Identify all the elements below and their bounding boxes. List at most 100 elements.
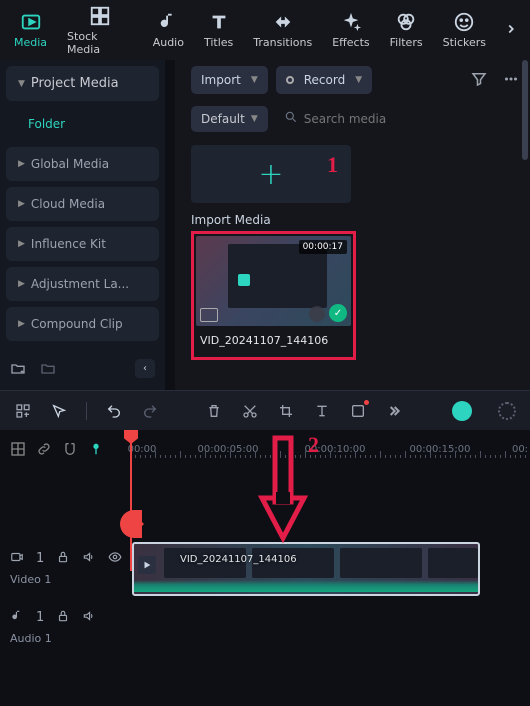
audio-icon — [157, 11, 179, 33]
filter-icon[interactable] — [470, 70, 488, 91]
search-input[interactable] — [304, 112, 512, 126]
media-thumbnail: 00:00:17 ✓ — [196, 236, 351, 326]
tab-filters[interactable]: Filters — [380, 5, 433, 55]
track-video-1: 1 Video 1 VID_20241107_144106 — [0, 538, 530, 598]
check-icon: ✓ — [329, 304, 347, 322]
sidebar-item-compound-clip[interactable]: ▶Compound Clip — [6, 307, 159, 341]
timeline-ruler[interactable]: 00:00 00:00:05:00 00:00:10:00 00:00:15:0… — [130, 430, 530, 470]
tick-label: 00:00:15:00 — [409, 444, 470, 455]
import-label: Import — [201, 73, 241, 87]
tab-label: Media — [14, 36, 47, 49]
tab-effects[interactable]: Effects — [322, 5, 379, 55]
tick-label: 00: — [512, 444, 528, 455]
collapse-sidebar-button[interactable]: ‹ — [135, 359, 155, 378]
sidebar-item-influence-kit[interactable]: ▶ Influence Kit — [6, 227, 159, 261]
ai-badge-icon[interactable] — [452, 401, 472, 421]
chevron-right-icon: ▶ — [18, 159, 25, 169]
sidebar-footer: ‹ — [6, 353, 159, 384]
top-tab-bar: Media Stock Media Audio Titles Transitio… — [0, 0, 530, 60]
tab-titles[interactable]: Titles — [194, 5, 243, 55]
stickers-icon — [453, 11, 475, 33]
lock-icon[interactable] — [56, 609, 70, 626]
sidebar-header-label: Project Media — [31, 76, 119, 91]
snap-icon[interactable] — [62, 441, 78, 460]
redo-icon[interactable] — [141, 402, 159, 420]
tab-audio[interactable]: Audio — [143, 5, 194, 55]
filters-icon — [395, 11, 417, 33]
layout-icon[interactable] — [10, 441, 26, 460]
tab-stickers[interactable]: Stickers — [433, 5, 496, 55]
import-media-tile[interactable]: + — [191, 145, 351, 203]
track-count: 1 — [36, 610, 44, 625]
folder-icon[interactable] — [40, 361, 56, 377]
tab-transitions[interactable]: Transitions — [243, 5, 322, 55]
sidebar-project-media[interactable]: ▼ Project Media — [6, 66, 159, 101]
search-box[interactable] — [276, 104, 520, 133]
record-label: Record — [304, 73, 345, 87]
tab-label: Titles — [204, 36, 233, 49]
cursor-icon[interactable] — [50, 402, 68, 420]
visibility-icon[interactable] — [108, 550, 122, 567]
timeline-ruler-row: 00:00 00:00:05:00 00:00:10:00 00:00:15:0… — [0, 430, 530, 470]
new-folder-icon[interactable] — [10, 361, 26, 377]
video-clip[interactable]: VID_20241107_144106 — [132, 542, 480, 596]
tabs-scroll-right[interactable] — [496, 14, 526, 47]
play-icon — [138, 556, 156, 574]
stock-media-icon — [89, 5, 111, 27]
undo-icon[interactable] — [105, 402, 123, 420]
keyframe-icon[interactable] — [349, 402, 367, 420]
chevron-down-icon: ▼ — [251, 114, 258, 124]
chevron-down-icon: ▼ — [251, 75, 258, 85]
mute-icon[interactable] — [82, 609, 96, 626]
sidebar-item-global-media[interactable]: ▶Global Media — [6, 147, 159, 181]
sidebar-item-adjustment-layer[interactable]: ▶Adjustment La... — [6, 267, 159, 301]
media-item-name: VID_20241107_144106 — [196, 326, 351, 355]
effects-icon — [340, 11, 362, 33]
timeline-toolbar — [0, 390, 530, 430]
scissors-icon[interactable] — [241, 402, 259, 420]
sidebar: ▼ Project Media Folder ▶Global Media ▶ Cl… — [0, 60, 165, 390]
media-content: Import ▼ Record ▼ Default ▼ — [175, 60, 530, 390]
chevron-down-icon: ▼ — [355, 75, 362, 85]
mute-icon[interactable] — [82, 550, 96, 567]
chevron-right-icon: ▶ — [18, 239, 25, 249]
marker-icon[interactable] — [88, 441, 104, 460]
more-icon[interactable] — [502, 70, 520, 91]
crop-icon[interactable] — [277, 402, 295, 420]
text-icon[interactable] — [313, 402, 331, 420]
default-label: Default — [201, 112, 245, 126]
track-label: Video 1 — [10, 573, 130, 586]
tab-label: Filters — [390, 36, 423, 49]
sidebar-item-label: Influence Kit — [31, 237, 106, 251]
tick-label: 00:00:05:00 — [197, 444, 258, 455]
render-preview-icon[interactable] — [498, 402, 516, 420]
video-track-icon — [10, 550, 24, 567]
delete-icon[interactable] — [205, 402, 223, 420]
media-icon — [20, 11, 42, 33]
lock-icon[interactable] — [56, 550, 70, 567]
link-icon[interactable] — [36, 441, 52, 460]
media-item[interactable]: 00:00:17 ✓ VID_20241107_144106 — [191, 231, 356, 360]
info-icon[interactable] — [309, 306, 325, 322]
tab-label: Stock Media — [67, 30, 133, 56]
sidebar-item-cloud-media[interactable]: ▶ Cloud Media — [6, 187, 159, 221]
add-panel-icon[interactable] — [14, 402, 32, 420]
tab-media[interactable]: Media — [4, 5, 57, 55]
audio-track-icon — [10, 609, 24, 626]
duration-badge: 00:00:17 — [299, 240, 347, 254]
sort-default-dropdown[interactable]: Default ▼ — [191, 106, 268, 132]
chevron-right-icon: ▶ — [18, 319, 25, 329]
chevron-right-icon: ▶ — [18, 199, 25, 209]
scrollbar-vertical[interactable] — [522, 60, 528, 160]
sidebar-item-label: Cloud Media — [31, 197, 105, 211]
record-dropdown[interactable]: Record ▼ — [276, 66, 372, 94]
sidebar-folder[interactable]: Folder — [6, 107, 159, 141]
playhead płayhead[interactable] — [130, 430, 132, 571]
clip-title: VID_20241107_144106 — [180, 554, 297, 565]
import-media-label: Import Media — [191, 213, 520, 227]
more-tools-icon[interactable] — [385, 402, 403, 420]
tab-stock-media[interactable]: Stock Media — [57, 0, 143, 62]
import-dropdown[interactable]: Import ▼ — [191, 66, 268, 94]
tick-label: 00:00:10:00 — [304, 444, 365, 455]
track-audio-1: 1 Audio 1 — [0, 602, 530, 652]
